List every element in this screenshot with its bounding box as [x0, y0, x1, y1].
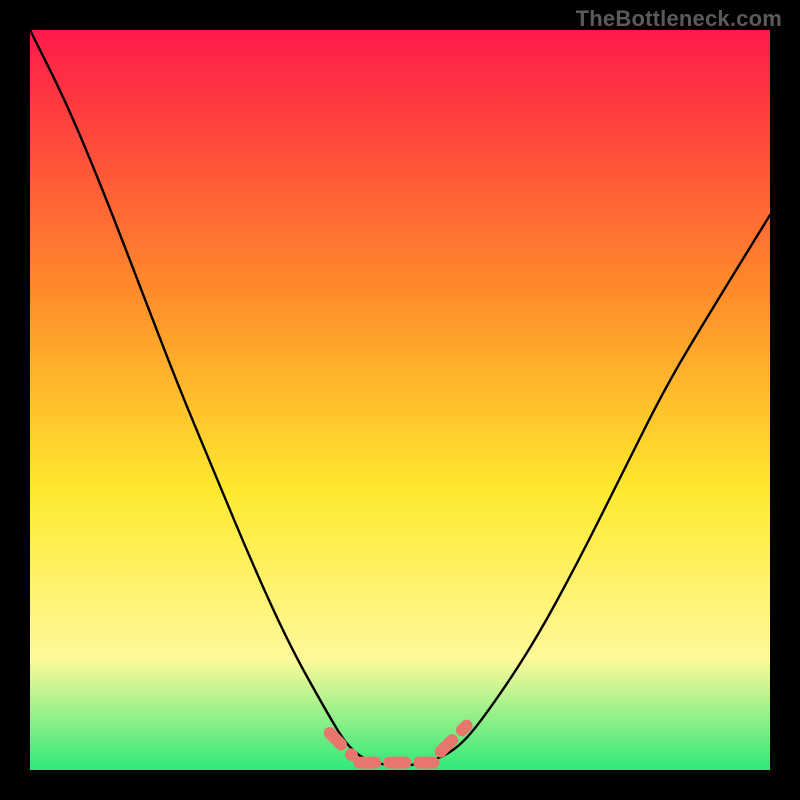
attribution-watermark: TheBottleneck.com	[576, 6, 782, 32]
bottleneck-plot	[30, 30, 770, 770]
chart-frame: TheBottleneck.com	[0, 0, 800, 800]
